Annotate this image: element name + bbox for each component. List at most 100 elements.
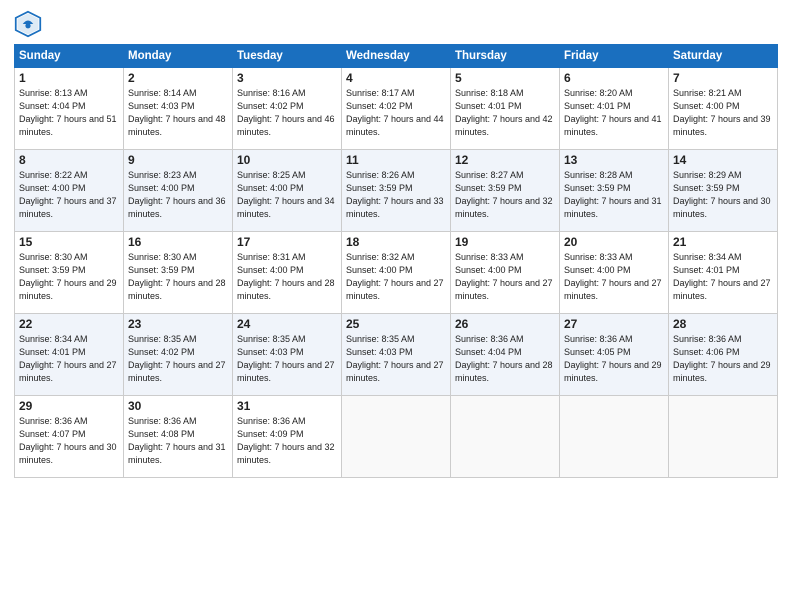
day-number: 24	[237, 317, 337, 331]
calendar-cell: 27Sunrise: 8:36 AMSunset: 4:05 PMDayligh…	[560, 314, 669, 396]
col-header-thursday: Thursday	[451, 45, 560, 68]
calendar-table: SundayMondayTuesdayWednesdayThursdayFrid…	[14, 44, 778, 478]
day-info: Sunrise: 8:36 AMSunset: 4:06 PMDaylight:…	[673, 333, 773, 385]
calendar-row: 1 Sunrise: 8:13 AMSunset: 4:04 PMDaylight…	[15, 68, 778, 150]
day-number: 3	[237, 71, 337, 85]
calendar-cell: 3Sunrise: 8:16 AMSunset: 4:02 PMDaylight…	[233, 68, 342, 150]
calendar-cell: 18Sunrise: 8:32 AMSunset: 4:00 PMDayligh…	[342, 232, 451, 314]
col-header-monday: Monday	[124, 45, 233, 68]
day-number: 30	[128, 399, 228, 413]
day-number: 31	[237, 399, 337, 413]
day-number: 19	[455, 235, 555, 249]
day-number: 26	[455, 317, 555, 331]
day-info: Sunrise: 8:35 AMSunset: 4:02 PMDaylight:…	[128, 333, 228, 385]
day-info: Sunrise: 8:34 AMSunset: 4:01 PMDaylight:…	[673, 251, 773, 303]
day-info: Sunrise: 8:33 AMSunset: 4:00 PMDaylight:…	[455, 251, 555, 303]
day-number: 9	[128, 153, 228, 167]
day-info: Sunrise: 8:18 AMSunset: 4:01 PMDaylight:…	[455, 87, 555, 139]
calendar-cell: 1 Sunrise: 8:13 AMSunset: 4:04 PMDaylight…	[15, 68, 124, 150]
calendar-cell: 20 Sunrise: 8:33 AMSunset: 4:00 PMDayligh…	[560, 232, 669, 314]
day-number: 2	[128, 71, 228, 85]
header	[14, 10, 778, 38]
logo	[14, 10, 46, 38]
day-info: Sunrise: 8:20 AMSunset: 4:01 PMDaylight:…	[564, 87, 664, 139]
calendar-cell: 5 Sunrise: 8:18 AMSunset: 4:01 PMDaylight…	[451, 68, 560, 150]
calendar-cell: 26Sunrise: 8:36 AMSunset: 4:04 PMDayligh…	[451, 314, 560, 396]
day-info: Sunrise: 8:28 AMSunset: 3:59 PMDaylight:…	[564, 169, 664, 221]
calendar-cell: 15 Sunrise: 8:30 AMSunset: 3:59 PMDayligh…	[15, 232, 124, 314]
day-number: 25	[346, 317, 446, 331]
calendar-cell: 12 Sunrise: 8:27 AMSunset: 3:59 PMDayligh…	[451, 150, 560, 232]
day-number: 23	[128, 317, 228, 331]
day-info: Sunrise: 8:13 AMSunset: 4:04 PMDaylight:…	[19, 87, 119, 139]
day-number: 20	[564, 235, 664, 249]
day-info: Sunrise: 8:30 AMSunset: 3:59 PMDaylight:…	[128, 251, 228, 303]
day-number: 28	[673, 317, 773, 331]
calendar-cell: 21 Sunrise: 8:34 AMSunset: 4:01 PMDayligh…	[669, 232, 778, 314]
calendar-cell: 29Sunrise: 8:36 AMSunset: 4:07 PMDayligh…	[15, 396, 124, 478]
generalblue-logo-icon	[14, 10, 42, 38]
day-number: 10	[237, 153, 337, 167]
day-info: Sunrise: 8:34 AMSunset: 4:01 PMDaylight:…	[19, 333, 119, 385]
calendar-cell: 14 Sunrise: 8:29 AMSunset: 3:59 PMDayligh…	[669, 150, 778, 232]
day-info: Sunrise: 8:33 AMSunset: 4:00 PMDaylight:…	[564, 251, 664, 303]
day-number: 5	[455, 71, 555, 85]
day-number: 22	[19, 317, 119, 331]
calendar-row: 22 Sunrise: 8:34 AMSunset: 4:01 PMDayligh…	[15, 314, 778, 396]
calendar-cell: 2 Sunrise: 8:14 AMSunset: 4:03 PMDaylight…	[124, 68, 233, 150]
day-info: Sunrise: 8:29 AMSunset: 3:59 PMDaylight:…	[673, 169, 773, 221]
day-number: 29	[19, 399, 119, 413]
day-info: Sunrise: 8:17 AMSunset: 4:02 PMDaylight:…	[346, 87, 446, 139]
calendar-cell: 23 Sunrise: 8:35 AMSunset: 4:02 PMDayligh…	[124, 314, 233, 396]
calendar-cell: 10 Sunrise: 8:25 AMSunset: 4:00 PMDayligh…	[233, 150, 342, 232]
day-info: Sunrise: 8:21 AMSunset: 4:00 PMDaylight:…	[673, 87, 773, 139]
calendar-row: 15 Sunrise: 8:30 AMSunset: 3:59 PMDayligh…	[15, 232, 778, 314]
day-info: Sunrise: 8:23 AMSunset: 4:00 PMDaylight:…	[128, 169, 228, 221]
calendar-row: 8Sunrise: 8:22 AMSunset: 4:00 PMDaylight…	[15, 150, 778, 232]
page: SundayMondayTuesdayWednesdayThursdayFrid…	[0, 0, 792, 612]
calendar-cell: 8Sunrise: 8:22 AMSunset: 4:00 PMDaylight…	[15, 150, 124, 232]
col-header-saturday: Saturday	[669, 45, 778, 68]
calendar-cell: 30 Sunrise: 8:36 AMSunset: 4:08 PMDayligh…	[124, 396, 233, 478]
day-info: Sunrise: 8:31 AMSunset: 4:00 PMDaylight:…	[237, 251, 337, 303]
calendar-cell: 6 Sunrise: 8:20 AMSunset: 4:01 PMDaylight…	[560, 68, 669, 150]
day-info: Sunrise: 8:25 AMSunset: 4:00 PMDaylight:…	[237, 169, 337, 221]
header-row: SundayMondayTuesdayWednesdayThursdayFrid…	[15, 45, 778, 68]
calendar-cell: 22 Sunrise: 8:34 AMSunset: 4:01 PMDayligh…	[15, 314, 124, 396]
day-number: 13	[564, 153, 664, 167]
day-number: 17	[237, 235, 337, 249]
calendar-cell	[342, 396, 451, 478]
calendar-cell: 9 Sunrise: 8:23 AMSunset: 4:00 PMDaylight…	[124, 150, 233, 232]
calendar-cell: 28 Sunrise: 8:36 AMSunset: 4:06 PMDayligh…	[669, 314, 778, 396]
col-header-friday: Friday	[560, 45, 669, 68]
calendar-cell: 24Sunrise: 8:35 AMSunset: 4:03 PMDayligh…	[233, 314, 342, 396]
calendar-cell: 19 Sunrise: 8:33 AMSunset: 4:00 PMDayligh…	[451, 232, 560, 314]
day-info: Sunrise: 8:36 AMSunset: 4:08 PMDaylight:…	[128, 415, 228, 467]
calendar-cell: 4 Sunrise: 8:17 AMSunset: 4:02 PMDaylight…	[342, 68, 451, 150]
day-number: 4	[346, 71, 446, 85]
day-number: 21	[673, 235, 773, 249]
col-header-tuesday: Tuesday	[233, 45, 342, 68]
calendar-cell: 11Sunrise: 8:26 AMSunset: 3:59 PMDayligh…	[342, 150, 451, 232]
day-number: 15	[19, 235, 119, 249]
day-number: 8	[19, 153, 119, 167]
calendar-cell	[560, 396, 669, 478]
col-header-sunday: Sunday	[15, 45, 124, 68]
day-info: Sunrise: 8:14 AMSunset: 4:03 PMDaylight:…	[128, 87, 228, 139]
calendar-cell	[669, 396, 778, 478]
calendar-cell: 7 Sunrise: 8:21 AMSunset: 4:00 PMDaylight…	[669, 68, 778, 150]
calendar-cell: 25Sunrise: 8:35 AMSunset: 4:03 PMDayligh…	[342, 314, 451, 396]
day-info: Sunrise: 8:30 AMSunset: 3:59 PMDaylight:…	[19, 251, 119, 303]
day-number: 11	[346, 153, 446, 167]
day-number: 7	[673, 71, 773, 85]
day-info: Sunrise: 8:27 AMSunset: 3:59 PMDaylight:…	[455, 169, 555, 221]
day-number: 1	[19, 71, 119, 85]
day-number: 6	[564, 71, 664, 85]
day-info: Sunrise: 8:36 AMSunset: 4:09 PMDaylight:…	[237, 415, 337, 467]
day-number: 14	[673, 153, 773, 167]
calendar-cell: 13 Sunrise: 8:28 AMSunset: 3:59 PMDayligh…	[560, 150, 669, 232]
day-number: 16	[128, 235, 228, 249]
calendar-cell: 31 Sunrise: 8:36 AMSunset: 4:09 PMDayligh…	[233, 396, 342, 478]
col-header-wednesday: Wednesday	[342, 45, 451, 68]
day-number: 12	[455, 153, 555, 167]
